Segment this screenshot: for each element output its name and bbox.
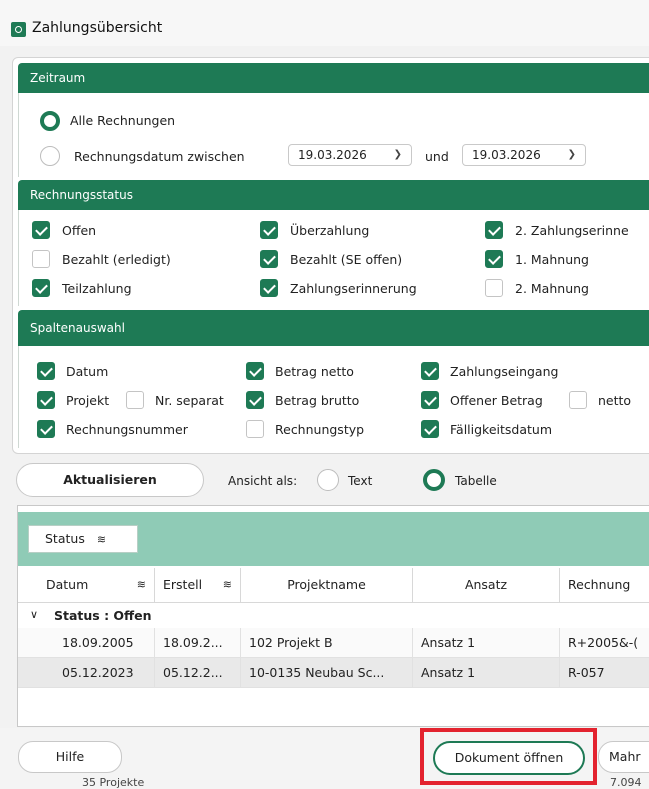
date-to-value: 19.03.2026 (472, 148, 541, 162)
checkbox-offener-betrag[interactable] (421, 391, 439, 409)
radio-view-table[interactable] (423, 469, 445, 491)
cell-rechnung: R+2005&-( (568, 635, 639, 650)
cell-ansatz: Ansatz 1 (413, 658, 560, 688)
checkbox-betrag-netto[interactable] (246, 362, 264, 380)
checkbox-faelligkeitsdatum[interactable] (421, 420, 439, 438)
checkbox-ueberzahlung[interactable] (260, 221, 278, 239)
checkbox-zahlungserinnerung-label: Zahlungserinnerung (290, 281, 417, 296)
footer-underlay-right: 7.094 (610, 776, 642, 789)
checkbox-rechnungstyp-label: Rechnungstyp (275, 422, 365, 437)
radio-view-text[interactable] (317, 469, 339, 491)
checkbox-offener-betrag-netto[interactable] (569, 391, 587, 409)
group-row[interactable]: ∨ Status : Offen (18, 602, 649, 629)
checkbox-2-mahnung-label: 2. Mahnung (515, 281, 589, 296)
checkbox-ueberzahlung-label: Überzahlung (290, 223, 370, 238)
refresh-button[interactable]: Aktualisieren (16, 463, 204, 497)
radio-view-table-label: Tabelle (455, 474, 497, 488)
chevron-down-icon: ∨ (30, 608, 39, 621)
highlight-annotation (420, 728, 597, 785)
cell-erstell: 05.12.2... (155, 658, 241, 688)
checkbox-zahlungserinnerung[interactable] (260, 279, 278, 297)
checkbox-bezahlt-erledigt[interactable] (32, 250, 50, 268)
column-header-projektname[interactable]: Projektname (241, 568, 413, 602)
checkbox-bezahlt-erledigt-label: Bezahlt (erledigt) (62, 252, 171, 267)
checkbox-betrag-netto-label: Betrag netto (275, 364, 354, 379)
radio-date-range[interactable] (40, 146, 60, 166)
view-as-label: Ansicht als: (228, 474, 298, 488)
window-title: Zahlungsübersicht (32, 20, 163, 36)
checkbox-betrag-brutto-label: Betrag brutto (275, 393, 360, 408)
cell-datum: 05.12.2023 (54, 658, 155, 688)
column-header-datum[interactable]: Datum ≋ (18, 568, 155, 602)
footer-underlay-left: 35 Projekte (82, 776, 145, 789)
section-status-header: Rechnungsstatus (18, 180, 649, 210)
checkbox-bezahlt-se-offen[interactable] (260, 250, 278, 268)
help-button[interactable]: Hilfe (18, 741, 122, 773)
sort-icon: ≋ (96, 533, 107, 546)
checkbox-offener-betrag-label: Offener Betrag (450, 393, 543, 408)
group-chip-label: Status (45, 531, 85, 546)
checkbox-rechnungsnummer-label: Rechnungsnummer (66, 422, 188, 437)
cell-projektname: 10-0135 Neubau Sc... (241, 658, 413, 688)
column-header-ansatz[interactable]: Ansatz (413, 568, 560, 602)
checkbox-projekt[interactable] (37, 391, 55, 409)
and-label: und (425, 149, 449, 164)
checkbox-1-mahnung-label: 1. Mahnung (515, 252, 589, 267)
sort-icon: ≋ (136, 578, 146, 591)
column-header-erstell[interactable]: Erstell ≋ (155, 568, 241, 602)
table-row[interactable]: 05.12.2023 05.12.2... 10-0135 Neubau Sc.… (18, 658, 649, 688)
sort-icon: ≋ (222, 578, 232, 591)
checkbox-offen-label: Offen (62, 223, 97, 238)
checkbox-2-mahnung[interactable] (485, 279, 503, 297)
cell-datum: 18.09.2005 (54, 628, 155, 658)
checkbox-1-mahnung[interactable] (485, 250, 503, 268)
date-from-field[interactable]: 19.03.2026 ❯ (288, 144, 412, 166)
app-icon (11, 22, 26, 37)
group-chip-status[interactable]: Status ≋ (28, 525, 138, 553)
checkbox-rechnungsnummer[interactable] (37, 420, 55, 438)
checkbox-bezahlt-se-offen-label: Bezahlt (SE offen) (290, 252, 403, 267)
cell-rechnung: R-057 (568, 665, 605, 680)
chevron-down-icon: ❯ (567, 149, 576, 160)
column-header-label: Erstell (163, 577, 203, 592)
checkbox-zahlungseingang-label: Zahlungseingang (450, 364, 559, 379)
date-to-field[interactable]: 19.03.2026 ❯ (462, 144, 586, 166)
cell-projektname: 102 Projekt B (241, 628, 413, 658)
section-spalten-header: Spaltenauswahl (18, 310, 649, 346)
checkbox-teilzahlung[interactable] (32, 279, 50, 297)
checkbox-2-zahlungserinnerung[interactable] (485, 221, 503, 239)
chevron-down-icon: ❯ (393, 149, 402, 160)
dunning-button[interactable]: Mahr (598, 741, 649, 773)
section-zeitraum-header: Zeitraum (18, 63, 649, 93)
cell-erstell: 18.09.2... (155, 628, 241, 658)
cell-ansatz: Ansatz 1 (413, 628, 560, 658)
date-from-value: 19.03.2026 (298, 148, 367, 162)
radio-view-text-label: Text (348, 474, 373, 488)
checkbox-betrag-brutto[interactable] (246, 391, 264, 409)
column-header-label: Datum (46, 577, 89, 592)
checkbox-zahlungseingang[interactable] (421, 362, 439, 380)
table-row[interactable]: 18.09.2005 18.09.2... 102 Projekt B Ansa… (18, 628, 649, 658)
checkbox-faelligkeitsdatum-label: Fälligkeitsdatum (450, 422, 553, 437)
checkbox-datum[interactable] (37, 362, 55, 380)
checkbox-offener-betrag-netto-label: netto (598, 393, 632, 408)
group-row-label: Status : Offen (54, 608, 152, 623)
radio-all-invoices-label: Alle Rechnungen (70, 113, 176, 128)
checkbox-offen[interactable] (32, 221, 50, 239)
radio-all-invoices[interactable] (40, 111, 60, 131)
column-header-rechnung[interactable]: Rechnung (560, 568, 649, 602)
checkbox-teilzahlung-label: Teilzahlung (62, 281, 132, 296)
checkbox-projekt-label: Projekt (66, 393, 110, 408)
checkbox-nr-separat[interactable] (126, 391, 144, 409)
checkbox-nr-separat-label: Nr. separat (155, 393, 224, 408)
checkbox-rechnungstyp[interactable] (246, 420, 264, 438)
checkbox-datum-label: Datum (66, 364, 109, 379)
radio-date-range-label: Rechnungsdatum zwischen (74, 149, 245, 164)
checkbox-2-zahlungserinnerung-label: 2. Zahlungserinne (515, 223, 629, 238)
